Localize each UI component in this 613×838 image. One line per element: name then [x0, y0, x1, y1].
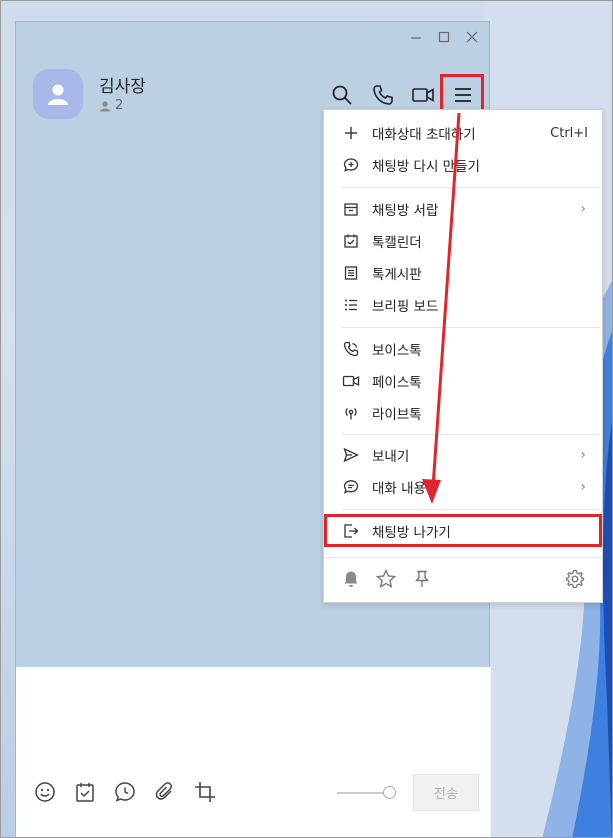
live-broadcast-icon: [342, 404, 360, 422]
pin-toggle[interactable]: [411, 568, 433, 590]
menu-item-invite[interactable]: 대화상대 초대하기 Ctrl+I: [324, 118, 602, 148]
menu-item-label: 톡게시판: [372, 267, 422, 283]
reminder-button[interactable]: [112, 779, 138, 805]
drawer-icon: [342, 200, 360, 218]
send-icon: [342, 446, 360, 464]
crop-icon: [195, 782, 215, 802]
phone-icon: [342, 340, 360, 358]
board-icon: [342, 264, 360, 282]
chat-clock-icon: [115, 782, 135, 802]
menu-item-chat-history[interactable]: 대화 내용 ›: [324, 472, 602, 502]
star-icon: [376, 569, 396, 589]
calendar-check-icon: [76, 783, 94, 802]
menu-divider: [342, 509, 600, 510]
pin-icon: [415, 570, 429, 587]
member-count: 2: [99, 98, 123, 113]
menu-item-label: 톡캘린더: [372, 235, 422, 251]
menu-item-talk-calendar[interactable]: 톡캘린더: [324, 226, 602, 256]
menu-item-recreate-chat[interactable]: 채팅방 다시 만들기: [324, 150, 602, 180]
menu-item-label: 라이브톡: [372, 407, 422, 423]
menu-item-label: 채팅방 다시 만들기: [372, 159, 480, 175]
member-icon: [100, 100, 110, 111]
compose-area[interactable]: 전송: [16, 667, 491, 837]
chevron-right-icon: ›: [580, 201, 586, 217]
search-icon: [332, 85, 352, 105]
attach-file-button[interactable]: [152, 779, 178, 805]
menu-item-label: 채팅방 서랍: [372, 203, 439, 219]
notification-toggle[interactable]: [340, 568, 362, 590]
minimize-icon: [411, 37, 421, 39]
menu-item-label: 페이스톡: [372, 375, 422, 391]
maximize-icon: [438, 31, 450, 43]
menu-item-label: 대화 내용: [372, 481, 426, 497]
menu-item-face-talk[interactable]: 페이스톡: [324, 366, 602, 396]
close-button[interactable]: [465, 30, 479, 44]
menu-item-briefing-board[interactable]: 브리핑 보드: [324, 290, 602, 320]
emoticon-button[interactable]: [32, 779, 58, 805]
menu-item-shortcut: Ctrl+I: [550, 125, 588, 141]
paperclip-icon: [155, 782, 172, 800]
font-size-slider-knob[interactable]: [383, 786, 396, 799]
menu-item-label: 보이스톡: [372, 343, 422, 359]
settings-button[interactable]: [564, 568, 586, 590]
menu-divider: [342, 327, 600, 328]
maximize-button[interactable]: [437, 30, 451, 44]
font-size-slider-track[interactable]: [337, 792, 385, 794]
chat-bubble-icon: [342, 478, 360, 496]
capture-button[interactable]: [192, 779, 218, 805]
chevron-right-icon: ›: [580, 479, 586, 495]
close-icon: [466, 31, 478, 43]
menu-item-label: 브리핑 보드: [372, 299, 439, 315]
menu-item-live-talk[interactable]: 라이브톡: [324, 398, 602, 428]
chevron-right-icon: ›: [580, 447, 586, 463]
member-count-value: 2: [115, 98, 124, 113]
menu-item-voice-talk[interactable]: 보이스톡: [324, 334, 602, 364]
person-icon: [48, 84, 68, 105]
plus-icon: [342, 124, 360, 142]
video-camera-icon: [342, 372, 360, 390]
avatar[interactable]: [33, 69, 83, 119]
chat-room-menu: 대화상대 초대하기 Ctrl+I 채팅방 다시 만들기 채팅방 서랍 › 톡캘린…: [323, 109, 603, 603]
menu-button-highlight: [440, 74, 484, 112]
smiley-icon: [35, 782, 55, 802]
chat-refresh-icon: [342, 156, 360, 174]
menu-item-label: 보내기: [372, 449, 410, 465]
leave-chat-highlight: [324, 514, 602, 547]
menu-item-label: 대화상대 초대하기: [372, 127, 476, 143]
video-camera-icon: [412, 88, 434, 102]
bell-icon: [344, 571, 358, 587]
send-button[interactable]: 전송: [413, 774, 479, 811]
list-icon: [342, 296, 360, 314]
menu-divider: [342, 187, 600, 188]
window-controls: [409, 30, 479, 44]
screenshot-frame: 김사장 2 전송 대화상대 초대하기 Ctrl+I 채팅방 다시 만들기 채팅방…: [0, 0, 613, 838]
menu-item-talk-board[interactable]: 톡게시판: [324, 258, 602, 288]
video-call-button[interactable]: [410, 82, 436, 108]
menu-bottom-bar: [324, 558, 602, 602]
phone-icon: [373, 85, 393, 105]
chat-title: 김사장: [99, 77, 146, 97]
favorite-toggle[interactable]: [375, 568, 397, 590]
menu-item-chat-drawer[interactable]: 채팅방 서랍 ›: [324, 194, 602, 224]
minimize-button[interactable]: [409, 30, 423, 44]
voice-call-button[interactable]: [370, 82, 396, 108]
search-button[interactable]: [329, 82, 355, 108]
calendar-check-icon: [342, 232, 360, 250]
gear-icon: [565, 569, 585, 589]
calendar-button[interactable]: [72, 779, 98, 805]
menu-divider: [342, 434, 600, 435]
menu-item-send[interactable]: 보내기 ›: [324, 440, 602, 470]
